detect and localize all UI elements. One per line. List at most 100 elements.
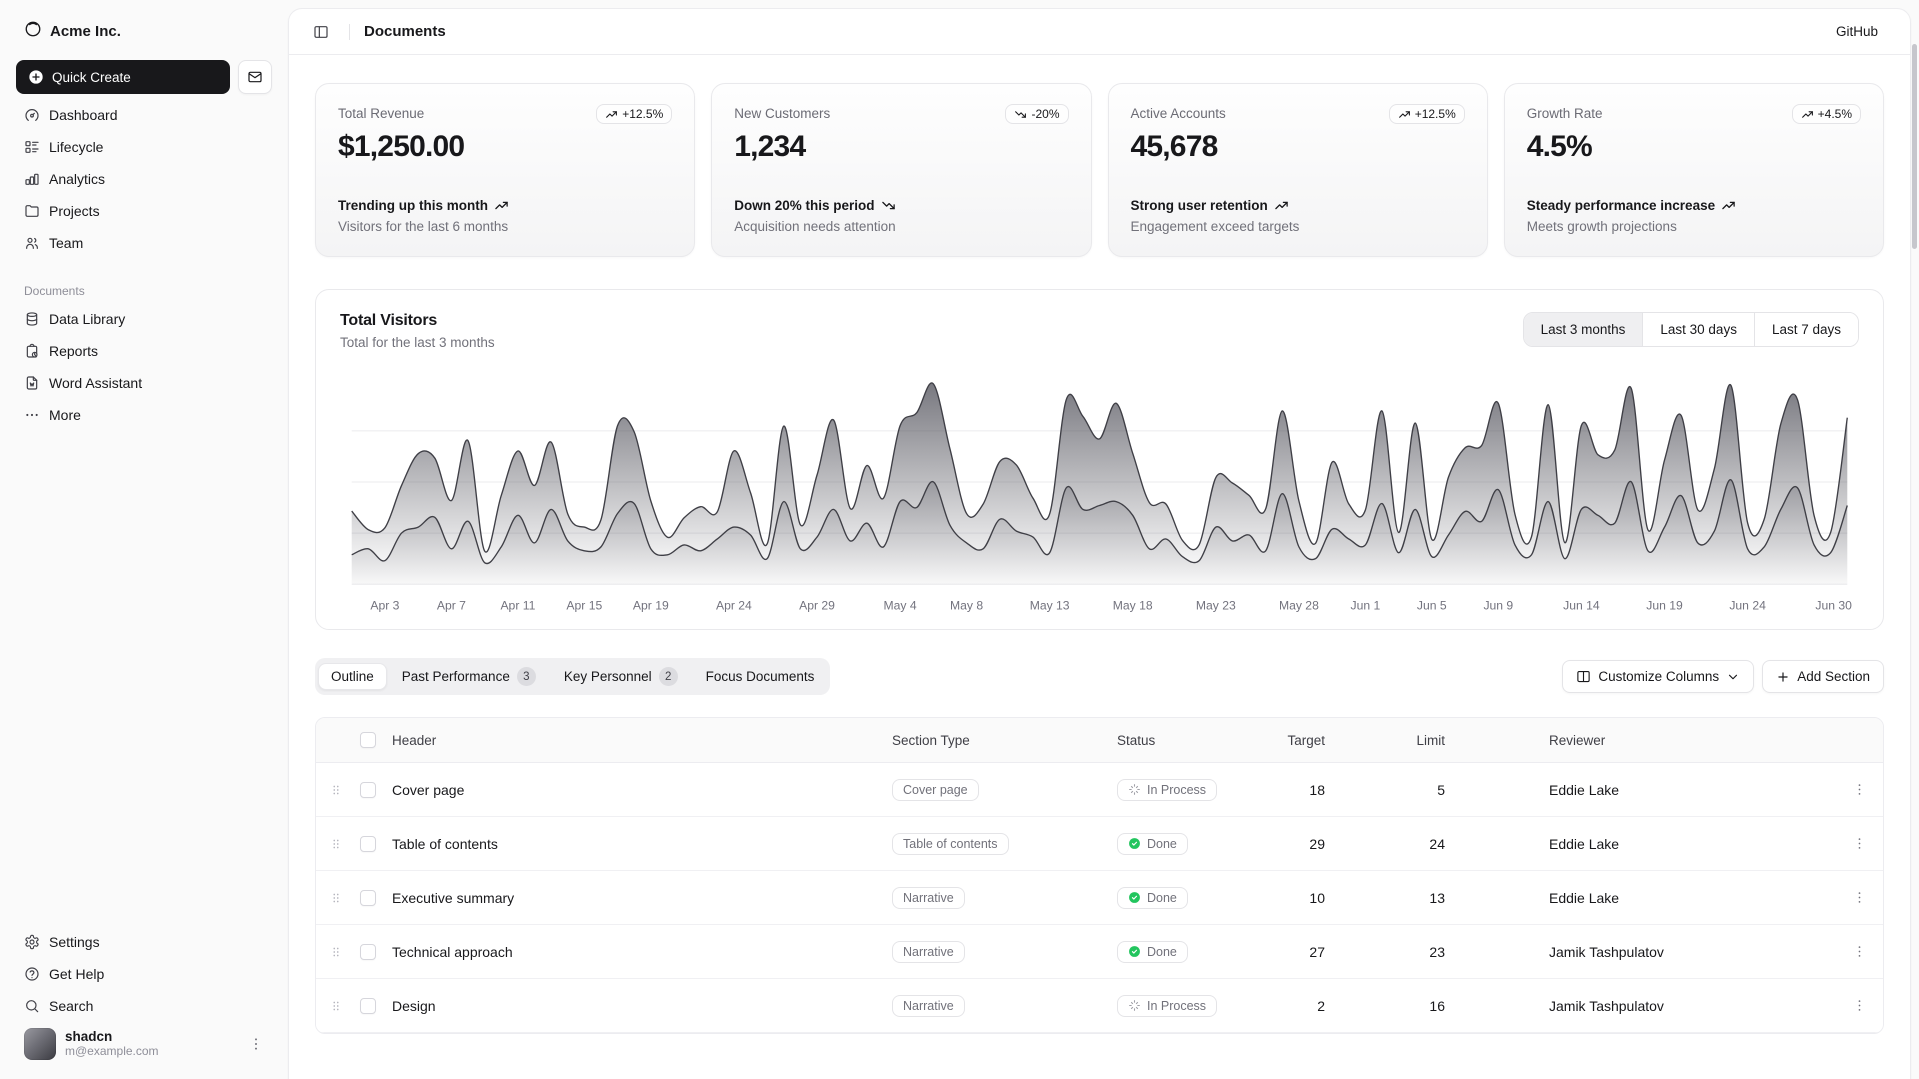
row-menu-button[interactable]: [1835, 890, 1883, 905]
tab-count-badge: 3: [517, 667, 536, 686]
tab-focus-documents[interactable]: Focus Documents: [693, 663, 828, 690]
sidebar-item-dashboard[interactable]: Dashboard: [16, 100, 272, 130]
window-scrollbar[interactable]: [1912, 44, 1917, 249]
table-row[interactable]: Cover page Cover page In Process 18 5 Ed…: [316, 763, 1883, 817]
panel-left-icon: [313, 24, 329, 40]
row-checkbox[interactable]: [360, 836, 376, 852]
avatar: [24, 1028, 56, 1060]
trending-down-icon: [881, 198, 896, 213]
reviewer[interactable]: Eddie Lake: [1485, 782, 1835, 798]
target-value[interactable]: 27: [1269, 944, 1365, 960]
limit-value[interactable]: 24: [1365, 836, 1485, 852]
target-value[interactable]: 2: [1269, 998, 1365, 1014]
trending-up-icon: [1398, 108, 1411, 121]
visitors-chart-card: Total Visitors Total for the last 3 mont…: [315, 289, 1884, 630]
limit-value[interactable]: 5: [1365, 782, 1485, 798]
row-checkbox[interactable]: [360, 890, 376, 906]
target-value[interactable]: 29: [1269, 836, 1365, 852]
gear-icon: [24, 934, 40, 950]
help-icon: [24, 966, 40, 982]
row-title[interactable]: Cover page: [392, 782, 892, 798]
delta-badge: +12.5%: [1389, 104, 1465, 124]
range-last-30-days[interactable]: Last 30 days: [1642, 313, 1754, 346]
quick-create-button[interactable]: Quick Create: [16, 60, 230, 94]
limit-value[interactable]: 16: [1365, 998, 1485, 1014]
table-row[interactable]: Executive summary Narrative Done 10 13 E…: [316, 871, 1883, 925]
drag-handle-icon[interactable]: [316, 835, 356, 853]
stat-card-growth-rate: Growth Rate +4.5% 4.5% Steady performanc…: [1504, 83, 1884, 257]
section-type-badge: Narrative: [892, 941, 965, 963]
range-last-7-days[interactable]: Last 7 days: [1754, 313, 1858, 346]
card-value: 4.5%: [1527, 130, 1861, 164]
sidebar-item-reports[interactable]: Reports: [16, 336, 272, 366]
select-all-checkbox[interactable]: [360, 732, 376, 748]
target-value[interactable]: 10: [1269, 890, 1365, 906]
trending-up-icon: [1274, 198, 1289, 213]
trending-up-icon: [494, 198, 509, 213]
row-checkbox[interactable]: [360, 782, 376, 798]
target-value[interactable]: 18: [1269, 782, 1365, 798]
visitors-area-chart[interactable]: Apr 3Apr 7Apr 11Apr 15Apr 19Apr 24Apr 29…: [340, 372, 1859, 615]
row-title[interactable]: Table of contents: [392, 836, 892, 852]
row-menu-button[interactable]: [1835, 944, 1883, 959]
loader-icon: [1128, 783, 1141, 796]
svg-text:Apr 15: Apr 15: [566, 599, 602, 613]
svg-text:Apr 11: Apr 11: [500, 599, 535, 613]
svg-text:Apr 7: Apr 7: [437, 599, 466, 613]
row-checkbox[interactable]: [360, 998, 376, 1014]
sidebar-item-analytics[interactable]: Analytics: [16, 164, 272, 194]
limit-value[interactable]: 13: [1365, 890, 1485, 906]
svg-text:Jun 24: Jun 24: [1729, 599, 1766, 613]
org-switcher[interactable]: Acme Inc.: [16, 12, 272, 50]
row-menu-button[interactable]: [1835, 782, 1883, 797]
reviewer[interactable]: Eddie Lake: [1485, 836, 1835, 852]
drag-handle-icon[interactable]: [316, 997, 356, 1015]
sidebar-item-settings[interactable]: Settings: [16, 927, 272, 957]
row-title[interactable]: Design: [392, 998, 892, 1014]
table-row[interactable]: Technical approach Narrative Done 27 23 …: [316, 925, 1883, 979]
tab-outline[interactable]: Outline: [318, 663, 387, 690]
documents-section-label: Documents: [24, 284, 264, 298]
column-header: Reviewer: [1485, 733, 1835, 748]
sidebar-item-word-assistant[interactable]: Word Assistant: [16, 368, 272, 398]
tab-past-performance[interactable]: Past Performance3: [389, 661, 549, 692]
row-title[interactable]: Executive summary: [392, 890, 892, 906]
column-header: Header: [392, 733, 892, 748]
drag-handle-icon[interactable]: [316, 889, 356, 907]
delta-badge: +4.5%: [1792, 104, 1861, 124]
sidebar-item-search[interactable]: Search: [16, 991, 272, 1021]
github-link[interactable]: GitHub: [1828, 18, 1886, 45]
limit-value[interactable]: 23: [1365, 944, 1485, 960]
row-menu-button[interactable]: [1835, 998, 1883, 1013]
drag-handle-icon[interactable]: [316, 943, 356, 961]
sidebar-item-data-library[interactable]: Data Library: [16, 304, 272, 334]
user-menu[interactable]: shadcn m@example.com: [16, 1021, 272, 1067]
row-menu-button[interactable]: [1835, 836, 1883, 851]
status-badge: Done: [1117, 941, 1188, 963]
reviewer[interactable]: Eddie Lake: [1485, 890, 1835, 906]
add-section-button[interactable]: Add Section: [1762, 660, 1884, 693]
row-checkbox[interactable]: [360, 944, 376, 960]
drag-handle-icon[interactable]: [316, 781, 356, 799]
row-title[interactable]: Technical approach: [392, 944, 892, 960]
stat-cards: Total Revenue +12.5% $1,250.00 Trending …: [315, 83, 1884, 257]
sidebar-item-team[interactable]: Team: [16, 228, 272, 258]
reviewer[interactable]: Jamik Tashpulatov: [1485, 944, 1835, 960]
reviewer[interactable]: Jamik Tashpulatov: [1485, 998, 1835, 1014]
svg-text:Apr 19: Apr 19: [633, 599, 669, 613]
sidebar-item-projects[interactable]: Projects: [16, 196, 272, 226]
sidebar-item-lifecycle[interactable]: Lifecycle: [16, 132, 272, 162]
circle-plus-icon: [28, 69, 44, 85]
sidebar-item-get-help[interactable]: Get Help: [16, 959, 272, 989]
customize-columns-button[interactable]: Customize Columns: [1562, 660, 1754, 693]
trending-up-icon: [1721, 198, 1736, 213]
table-row[interactable]: Table of contents Table of contents Done…: [316, 817, 1883, 871]
sidebar-item-more[interactable]: More: [16, 400, 272, 430]
tab-key-personnel[interactable]: Key Personnel2: [551, 661, 691, 692]
column-header: Target: [1269, 733, 1365, 748]
inbox-button[interactable]: [238, 60, 272, 94]
sidebar-toggle-button[interactable]: [307, 18, 335, 46]
range-last-3-months[interactable]: Last 3 months: [1524, 313, 1643, 346]
table-row[interactable]: Design Narrative In Process 2 16 Jamik T…: [316, 979, 1883, 1033]
card-label: New Customers: [734, 104, 830, 121]
